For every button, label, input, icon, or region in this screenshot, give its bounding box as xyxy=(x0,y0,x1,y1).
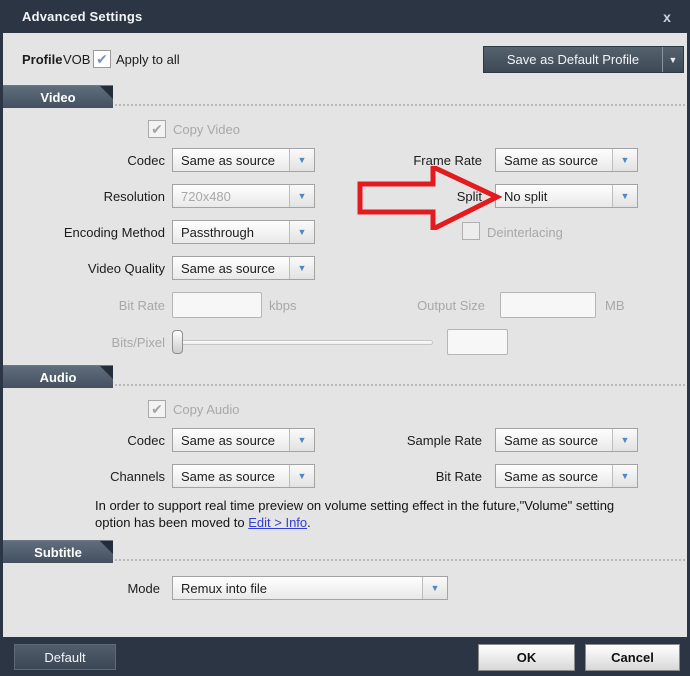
video-quality-label: Video Quality xyxy=(87,260,165,276)
video-codec-value: Same as source xyxy=(181,152,275,168)
video-quality-dropdown[interactable]: Same as source ▼ xyxy=(172,256,315,280)
dropdown-arrow-icon[interactable]: ▼ xyxy=(289,257,314,279)
output-size-label: Output Size xyxy=(417,297,485,313)
encoding-method-value: Passthrough xyxy=(181,224,254,240)
cancel-button[interactable]: Cancel xyxy=(585,644,680,671)
bits-pixel-slider-track[interactable] xyxy=(175,340,433,345)
audio-bit-rate-label: Bit Rate xyxy=(435,468,482,484)
close-icon[interactable]: x xyxy=(658,8,676,26)
sample-rate-label: Sample Rate xyxy=(406,432,482,448)
channels-dropdown[interactable]: Same as source ▼ xyxy=(172,464,315,488)
copy-video-label: Copy Video xyxy=(173,121,240,137)
section-divider xyxy=(115,104,685,106)
video-section-label: Video xyxy=(40,89,76,105)
encoding-method-dropdown[interactable]: Passthrough ▼ xyxy=(172,220,315,244)
bits-pixel-label: Bits/Pixel xyxy=(111,334,165,350)
copy-audio-label: Copy Audio xyxy=(173,401,240,417)
check-icon: ✔ xyxy=(96,51,108,67)
dropdown-arrow-icon[interactable]: ▼ xyxy=(612,185,637,207)
edit-info-link[interactable]: Edit > Info xyxy=(248,515,307,530)
subtitle-section-label: Subtitle xyxy=(34,544,82,560)
default-button[interactable]: Default xyxy=(14,644,116,670)
audio-codec-dropdown[interactable]: Same as source ▼ xyxy=(172,428,315,452)
section-divider xyxy=(115,559,685,561)
dropdown-arrow-icon[interactable]: ▼ xyxy=(289,221,314,243)
subtitle-section-tab: Subtitle xyxy=(3,540,113,563)
dropdown-arrow-icon[interactable]: ▼ xyxy=(289,465,314,487)
check-icon: ✔ xyxy=(151,401,163,417)
resolution-value: 720x480 xyxy=(181,188,231,204)
cancel-button-label: Cancel xyxy=(611,650,654,665)
bit-rate-unit: kbps xyxy=(269,297,297,313)
split-label: Split xyxy=(456,188,482,204)
deinterlacing-checkbox xyxy=(462,222,480,240)
save-profile-dropdown-arrow-icon[interactable]: ▼ xyxy=(662,47,683,72)
audio-codec-label: Codec xyxy=(127,432,165,448)
profile-value: VOB xyxy=(63,51,91,67)
profile-label: Profile xyxy=(22,51,63,67)
save-as-default-profile-label: Save as Default Profile xyxy=(506,52,640,67)
audio-section-tab: Audio xyxy=(3,365,113,388)
encoding-method-label: Encoding Method xyxy=(63,224,165,240)
dropdown-arrow-icon[interactable]: ▼ xyxy=(612,465,637,487)
dialog-body: Profile VOB ✔ Apply to all Save as Defau… xyxy=(3,33,687,637)
volume-note: In order to support real time preview on… xyxy=(95,497,643,531)
video-codec-dropdown[interactable]: Same as source ▼ xyxy=(172,148,315,172)
copy-audio-checkbox: ✔ xyxy=(148,400,166,418)
channels-value: Same as source xyxy=(181,468,275,484)
dialog-title: Advanced Settings xyxy=(22,9,143,24)
dropdown-arrow-icon[interactable]: ▼ xyxy=(612,149,637,171)
section-divider xyxy=(115,384,685,386)
dropdown-arrow-icon[interactable]: ▼ xyxy=(422,577,447,599)
output-size-unit: MB xyxy=(605,297,625,313)
video-quality-value: Same as source xyxy=(181,260,275,276)
resolution-label: Resolution xyxy=(103,188,165,204)
bit-rate-input xyxy=(172,292,262,318)
bits-pixel-slider-handle xyxy=(172,330,183,354)
dropdown-arrow-icon[interactable]: ▼ xyxy=(289,149,314,171)
sample-rate-value: Same as source xyxy=(504,432,598,448)
note-suffix: . xyxy=(307,515,311,530)
tab-fold-corner xyxy=(100,541,113,554)
sample-rate-dropdown[interactable]: Same as source ▼ xyxy=(495,428,638,452)
advanced-settings-dialog: Advanced Settings x Profile VOB ✔ Apply … xyxy=(0,0,690,676)
split-dropdown[interactable]: No split ▼ xyxy=(495,184,638,208)
apply-to-all-checkbox[interactable]: ✔ xyxy=(93,50,111,68)
channels-label: Channels xyxy=(110,468,165,484)
mode-label: Mode xyxy=(127,580,160,596)
frame-rate-label: Frame Rate xyxy=(413,152,482,168)
subtitle-mode-value: Remux into file xyxy=(181,580,267,596)
default-button-label: Default xyxy=(44,649,86,665)
dropdown-arrow-icon[interactable]: ▼ xyxy=(289,429,314,451)
video-section-tab: Video xyxy=(3,85,113,108)
ok-button[interactable]: OK xyxy=(478,644,575,671)
dropdown-arrow-icon: ▼ xyxy=(289,185,314,207)
check-icon: ✔ xyxy=(151,121,163,137)
ok-button-label: OK xyxy=(516,650,537,665)
bit-rate-label: Bit Rate xyxy=(118,297,165,313)
bits-pixel-input xyxy=(447,329,508,355)
tab-fold-corner xyxy=(100,86,113,99)
copy-video-checkbox: ✔ xyxy=(148,120,166,138)
deinterlacing-label: Deinterlacing xyxy=(487,224,563,240)
frame-rate-dropdown[interactable]: Same as source ▼ xyxy=(495,148,638,172)
audio-bit-rate-dropdown[interactable]: Same as source ▼ xyxy=(495,464,638,488)
resolution-dropdown: 720x480 ▼ xyxy=(172,184,315,208)
note-text: In order to support real time preview on… xyxy=(95,498,615,530)
split-value: No split xyxy=(504,188,548,204)
dropdown-arrow-icon[interactable]: ▼ xyxy=(612,429,637,451)
title-bar: Advanced Settings x xyxy=(0,0,690,33)
save-as-default-profile-button[interactable]: Save as Default Profile ▼ xyxy=(483,46,684,73)
audio-section-label: Audio xyxy=(39,369,77,385)
audio-codec-value: Same as source xyxy=(181,432,275,448)
apply-to-all-label: Apply to all xyxy=(116,51,180,67)
codec-label: Codec xyxy=(127,152,165,168)
frame-rate-value: Same as source xyxy=(504,152,598,168)
subtitle-mode-dropdown[interactable]: Remux into file ▼ xyxy=(172,576,448,600)
audio-bit-rate-value: Same as source xyxy=(504,468,598,484)
output-size-input xyxy=(500,292,596,318)
tab-fold-corner xyxy=(100,366,113,379)
